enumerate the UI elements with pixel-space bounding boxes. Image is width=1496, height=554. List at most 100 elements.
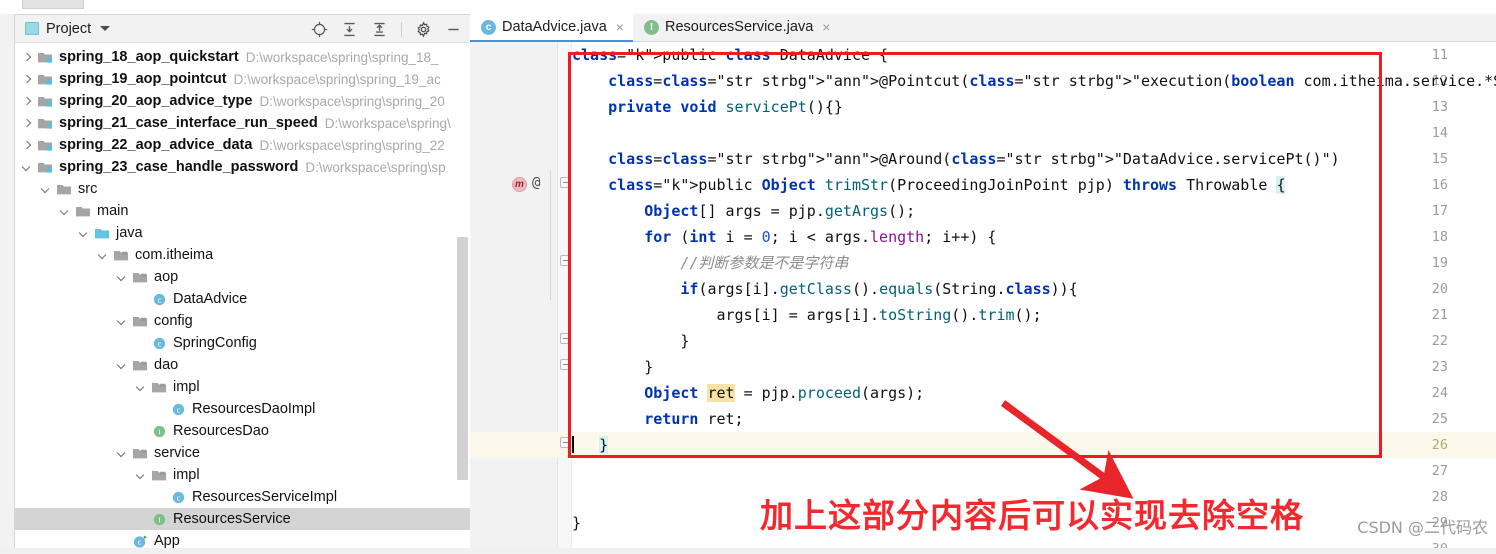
tree-row-path: D:\workspace\spring\spring_18_ — [245, 49, 439, 65]
tree-row-spring-22-aop-advice-data[interactable]: spring_22_aop_advice_data D:\workspace\sp… — [15, 134, 470, 156]
chevron-down-icon[interactable] — [116, 447, 129, 460]
tree-row-label: impl — [173, 467, 200, 483]
csdn-watermark: CSDN @二代码农 — [1357, 518, 1488, 537]
tree-row-aop[interactable]: aop — [15, 266, 470, 288]
chevron-down-icon[interactable] — [135, 469, 148, 482]
tree-row-spring-21-case-interface-run-speed[interactable]: spring_21_case_interface_run_speed D:\wor… — [15, 112, 470, 134]
tree-row-springconfig[interactable]: c SpringConfig — [15, 332, 470, 354]
code-line: Object[] args = pjp.getArgs(); — [644, 202, 916, 220]
svg-text:I: I — [158, 427, 160, 436]
chevron-down-icon[interactable] — [116, 359, 129, 372]
module-icon — [38, 140, 53, 151]
code-line: } — [572, 358, 654, 376]
annotation-gutter-icon[interactable]: @ — [532, 175, 540, 191]
chevron-down-icon[interactable] — [116, 271, 129, 284]
fold-marker-line18[interactable] — [560, 255, 571, 266]
editor-tab-label: ResourcesService.java — [664, 19, 814, 35]
project-tree-scrollbar[interactable] — [457, 237, 468, 480]
code-line: Object ret = pjp.proceed(args); — [644, 384, 925, 402]
editor-tab-resourcesservice-java[interactable]: I ResourcesService.java × — [633, 13, 839, 41]
chevron-right-icon[interactable] — [21, 117, 34, 130]
package-icon — [152, 382, 167, 392]
class-icon: c — [153, 293, 166, 305]
tree-row-label: aop — [154, 269, 179, 285]
expand-all-icon[interactable] — [341, 21, 358, 38]
chevron-right-icon[interactable] — [21, 139, 34, 152]
package-icon — [152, 470, 167, 480]
chevron-down-icon[interactable] — [40, 183, 53, 196]
tree-row-service[interactable]: service — [15, 442, 470, 464]
method-advice-gutter-icon[interactable]: m — [512, 177, 527, 192]
code-line: } — [572, 432, 1496, 458]
tree-row-label: spring_21_case_interface_run_speed — [59, 115, 318, 131]
tree-row-src[interactable]: src — [15, 178, 470, 200]
close-icon[interactable]: × — [616, 19, 624, 35]
svg-text:c: c — [177, 405, 181, 414]
fold-marker-line23[interactable] — [560, 359, 571, 370]
project-tree[interactable]: spring_18_aop_quickstart D:\workspace\spr… — [15, 43, 470, 554]
tree-row-resourcesservice[interactable]: I ResourcesService — [15, 508, 470, 530]
tree-row-dao[interactable]: dao — [15, 354, 470, 376]
tree-row-main[interactable]: main — [15, 200, 470, 222]
class-icon: c — [481, 19, 496, 35]
tree-row-impl[interactable]: impl — [15, 464, 470, 486]
code-line: } — [572, 332, 690, 350]
tree-row-label: spring_19_aop_pointcut — [59, 71, 227, 87]
code-folding-strip — [558, 42, 572, 554]
tree-row-resourcesserviceimpl[interactable]: c ResourcesServiceImpl — [15, 486, 470, 508]
chevron-right-icon[interactable] — [21, 73, 34, 86]
tree-row-resourcesdaoimpl[interactable]: c ResourcesDaoImpl — [15, 398, 470, 420]
tree-row-com-itheima[interactable]: com.itheima — [15, 244, 470, 266]
fold-marker-line22[interactable] — [560, 333, 571, 344]
chevron-down-icon[interactable] — [97, 249, 110, 262]
tree-row-java[interactable]: java — [15, 222, 470, 244]
close-icon[interactable]: × — [822, 19, 830, 35]
folder-gray-icon — [76, 206, 91, 216]
package-icon — [114, 250, 129, 260]
project-title-group[interactable]: Project — [15, 21, 111, 37]
chevron-down-icon[interactable] — [21, 161, 34, 174]
tree-row-spring-20-aop-advice-type[interactable]: spring_20_aop_advice_type D:\workspace\sp… — [15, 90, 470, 112]
tree-row-label: spring_20_aop_advice_type — [59, 93, 253, 109]
tree-row-label: dao — [154, 357, 179, 373]
tree-row-dataadvice[interactable]: c DataAdvice — [15, 288, 470, 310]
code-text[interactable]: class="k">public class DataAdvice { clas… — [572, 42, 1496, 554]
tree-row-config[interactable]: config — [15, 310, 470, 332]
interface-icon: I — [153, 425, 166, 437]
minimize-icon[interactable] — [445, 21, 462, 38]
chevron-right-icon[interactable] — [21, 95, 34, 108]
chevron-down-icon[interactable] — [59, 205, 72, 218]
fold-marker-line16[interactable] — [560, 177, 571, 188]
chevron-down-icon[interactable] — [100, 26, 111, 31]
tree-row-spring-18-aop-quickstart[interactable]: spring_18_aop_quickstart D:\workspace\spr… — [15, 46, 470, 68]
project-tool-window: Project spring_18_aop_quickstart D:\work… — [14, 14, 470, 554]
tree-row-spring-23-case-handle-password[interactable]: spring_23_case_handle_password D:\workspa… — [15, 156, 470, 178]
package-icon — [133, 272, 148, 282]
tree-row-resourcesdao[interactable]: I ResourcesDao — [15, 420, 470, 442]
tree-row-label: src — [78, 181, 98, 197]
chevron-right-icon[interactable] — [21, 51, 34, 64]
class-icon: c — [172, 491, 185, 503]
toolbar-divider — [401, 21, 402, 37]
module-icon — [38, 96, 53, 107]
tree-row-impl[interactable]: impl — [15, 376, 470, 398]
collapse-all-icon[interactable] — [371, 21, 388, 38]
settings-gear-icon[interactable] — [415, 21, 432, 38]
tree-row-label: com.itheima — [135, 247, 214, 263]
code-editor[interactable]: m @ 11 12 13 14 15 16 17 18 19 20 21 22 23 24 25 26 27 28… — [470, 42, 1496, 554]
chevron-down-icon[interactable] — [116, 315, 129, 328]
editor-tab-dataadvice-java[interactable]: c DataAdvice.java × — [470, 13, 633, 42]
fold-marker-line26[interactable] — [560, 437, 571, 448]
tree-row-label: impl — [173, 379, 200, 395]
chevron-down-icon[interactable] — [78, 227, 91, 240]
class-run-icon: c — [133, 534, 148, 548]
tree-row-spring-19-aop-pointcut[interactable]: spring_19_aop_pointcut D:\workspace\sprin… — [15, 68, 470, 90]
locate-icon[interactable] — [311, 21, 328, 38]
chevron-down-icon[interactable] — [135, 381, 148, 394]
tree-row-label: ResourcesDao — [173, 423, 269, 439]
interface-icon: I — [153, 513, 166, 525]
